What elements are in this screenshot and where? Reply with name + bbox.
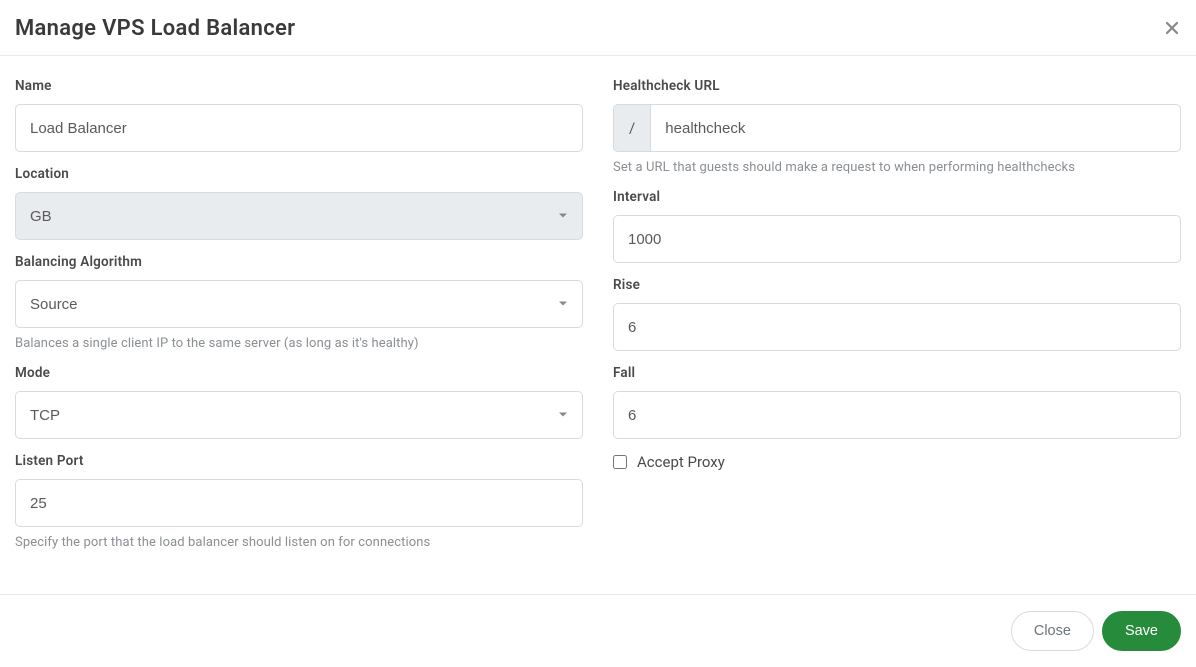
modal-title: Manage VPS Load Balancer [15,16,1181,41]
fall-label: Fall [613,365,1181,381]
port-help: Specify the port that the load balancer … [15,535,583,550]
healthcheck-group: Healthcheck URL / Set a URL that guests … [613,78,1181,175]
rise-input[interactable] [613,303,1181,351]
algorithm-help: Balances a single client IP to the same … [15,336,583,351]
healthcheck-input[interactable] [650,104,1181,152]
modal-header: Manage VPS Load Balancer [0,0,1196,56]
modal-body: Name Location Balancing Algorithm [0,56,1196,594]
interval-input[interactable] [613,215,1181,263]
fall-group: Fall [613,365,1181,439]
accept-proxy-group: Accept Proxy [613,453,1181,471]
port-group: Listen Port Specify the port that the lo… [15,453,583,550]
algorithm-label: Balancing Algorithm [15,254,583,270]
location-group: Location [15,166,583,240]
mode-select[interactable] [15,391,583,439]
location-select[interactable] [15,192,583,240]
port-input[interactable] [15,479,583,527]
port-label: Listen Port [15,453,583,469]
interval-group: Interval [613,189,1181,263]
mode-label: Mode [15,365,583,381]
location-label: Location [15,166,583,182]
close-button[interactable]: Close [1011,611,1094,651]
accept-proxy-checkbox[interactable] [613,455,627,469]
close-icon[interactable] [1166,18,1178,38]
save-button[interactable]: Save [1102,611,1181,651]
algorithm-group: Balancing Algorithm Balances a single cl… [15,254,583,351]
interval-label: Interval [613,189,1181,205]
modal-footer: Close Save [0,594,1196,667]
fall-input[interactable] [613,391,1181,439]
healthcheck-label: Healthcheck URL [613,78,1181,94]
accept-proxy-label: Accept Proxy [637,453,725,471]
mode-group: Mode [15,365,583,439]
left-column: Name Location Balancing Algorithm [0,68,598,564]
name-group: Name [15,78,583,152]
rise-group: Rise [613,277,1181,351]
name-input[interactable] [15,104,583,152]
healthcheck-prefix: / [613,104,650,152]
healthcheck-help: Set a URL that guests should make a requ… [613,160,1181,175]
manage-load-balancer-modal: Manage VPS Load Balancer Name Location [0,0,1196,667]
algorithm-select[interactable] [15,280,583,328]
right-column: Healthcheck URL / Set a URL that guests … [598,68,1196,564]
rise-label: Rise [613,277,1181,293]
name-label: Name [15,78,583,94]
